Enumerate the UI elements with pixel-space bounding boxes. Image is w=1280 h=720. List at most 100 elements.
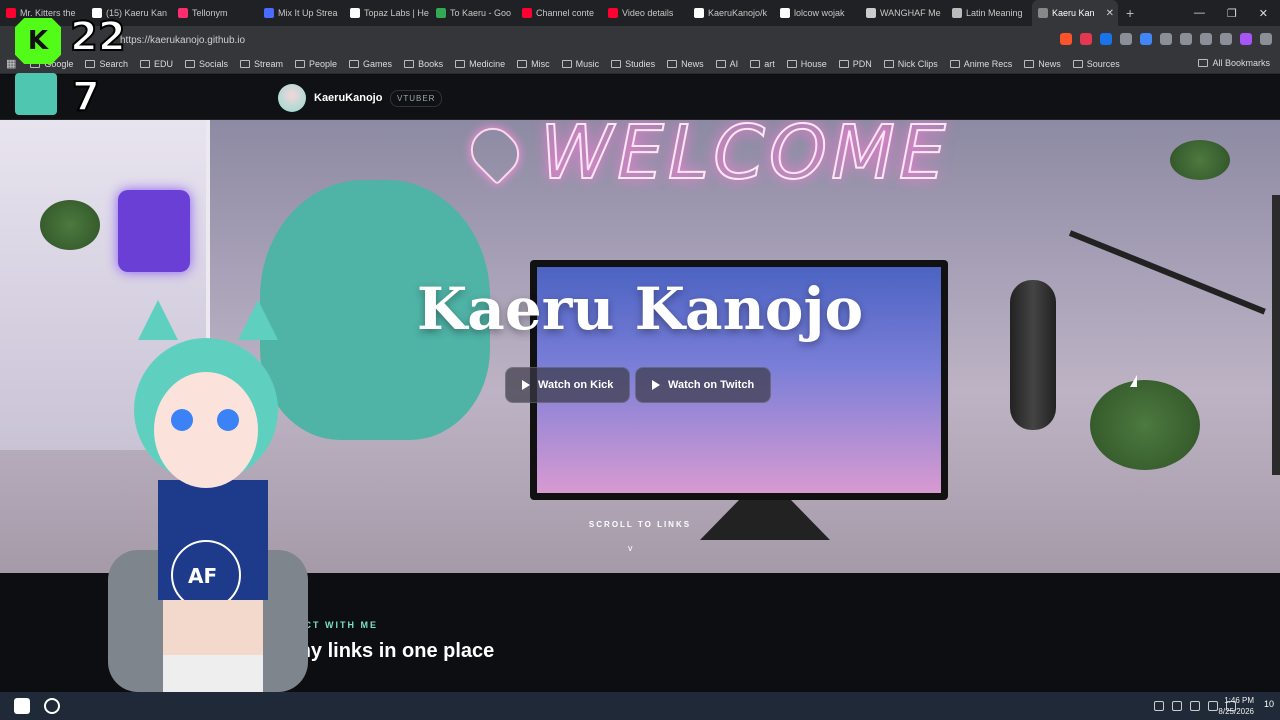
bookmark-folder[interactable]: Music bbox=[561, 59, 599, 69]
browser-tab[interactable]: Kaeru Kan ✕ bbox=[1032, 0, 1118, 26]
play-icon bbox=[652, 380, 660, 390]
avatar[interactable] bbox=[278, 84, 306, 112]
bookmark-folder[interactable]: art bbox=[750, 59, 775, 69]
chevron-down-icon[interactable]: v bbox=[628, 543, 633, 553]
leo-icon[interactable] bbox=[1240, 33, 1252, 45]
watch-on-kick-button[interactable]: Watch on Kick bbox=[505, 367, 631, 403]
tray-icon[interactable] bbox=[1172, 701, 1182, 711]
site-header: KaeruKanojo VTUBER bbox=[0, 75, 1280, 120]
tab-favicon-icon bbox=[1038, 8, 1048, 18]
browser-tab[interactable]: lolcow wojak bbox=[774, 0, 860, 26]
close-icon[interactable]: ✕ bbox=[1259, 7, 1268, 20]
vpn-icon[interactable] bbox=[1220, 33, 1232, 45]
extension-icon[interactable] bbox=[1120, 33, 1132, 45]
folder-icon bbox=[1072, 59, 1083, 68]
browser-tab[interactable]: Video details bbox=[602, 0, 688, 26]
notification-count[interactable]: 10 bbox=[1264, 699, 1274, 709]
bookmark-folder[interactable]: Stream bbox=[240, 59, 283, 69]
folder-icon bbox=[949, 59, 960, 68]
welcome-neon-sign: WELCOME bbox=[539, 120, 950, 197]
search-icon[interactable] bbox=[44, 698, 60, 714]
brave-shield-icon[interactable] bbox=[1060, 33, 1072, 45]
bookmark-folder[interactable]: News bbox=[667, 59, 704, 69]
apps-grid-icon[interactable]: ▦ bbox=[6, 57, 16, 70]
bookmark-folder[interactable]: AI bbox=[715, 59, 738, 69]
tab-favicon-icon bbox=[350, 8, 360, 18]
browser-tab[interactable]: Mix It Up Strea bbox=[258, 0, 344, 26]
extension-icon[interactable] bbox=[1140, 33, 1152, 45]
folder-icon bbox=[295, 59, 306, 68]
tab-label: WANGHAF Me bbox=[880, 8, 941, 18]
bookmark-folder[interactable]: Misc bbox=[517, 59, 550, 69]
bookmark-folder[interactable]: Games bbox=[349, 59, 392, 69]
browser-tab[interactable]: WANGHAF Me bbox=[860, 0, 946, 26]
browser-tab[interactable]: To Kaeru - Goo bbox=[430, 0, 516, 26]
maximize-icon[interactable]: ❐ bbox=[1227, 7, 1237, 20]
all-bookmarks[interactable]: All Bookmarks bbox=[1198, 58, 1270, 68]
bookmark-folder[interactable]: Studies bbox=[611, 59, 655, 69]
bookmark-folder[interactable]: EDU bbox=[139, 59, 173, 69]
url-field[interactable]: https://kaerukanojo.github.io bbox=[120, 35, 245, 46]
tab-favicon-icon bbox=[952, 8, 962, 18]
bookmark-folder[interactable]: PDN bbox=[838, 59, 872, 69]
browser-tab[interactable]: Tellonym bbox=[172, 0, 258, 26]
folder-icon bbox=[715, 59, 726, 68]
tab-favicon-icon bbox=[522, 8, 532, 18]
browser-tab[interactable]: Latin Meaning bbox=[946, 0, 1032, 26]
minimize-icon[interactable]: — bbox=[1194, 7, 1205, 19]
tab-label: Latin Meaning bbox=[966, 8, 1023, 18]
bookmark-folder[interactable]: People bbox=[295, 59, 337, 69]
window-controls: — ❐ ✕ bbox=[1194, 0, 1280, 26]
bookmark-folder[interactable]: Socials bbox=[184, 59, 228, 69]
tab-favicon-icon bbox=[780, 8, 790, 18]
new-tab-icon[interactable]: + bbox=[1126, 5, 1134, 21]
sidebar-icon[interactable] bbox=[1180, 33, 1192, 45]
wallet-icon[interactable] bbox=[1200, 33, 1212, 45]
tray-icon[interactable] bbox=[1190, 701, 1200, 711]
volume-icon[interactable] bbox=[1208, 701, 1218, 711]
tab-label: Tellonym bbox=[192, 8, 228, 18]
browser-tab[interactable]: KaeruKanojo/k bbox=[688, 0, 774, 26]
folder-icon bbox=[455, 59, 466, 68]
tab-label: Mr. Kitters the bbox=[20, 8, 76, 18]
twitch-viewer-count: 7 bbox=[71, 73, 101, 121]
mouse-cursor-icon bbox=[1130, 375, 1137, 387]
windows-start-icon[interactable] bbox=[14, 698, 30, 714]
tab-favicon-icon bbox=[694, 8, 704, 18]
tab-label: Mix It Up Strea bbox=[278, 8, 338, 18]
folder-icon bbox=[786, 59, 797, 68]
scrollbar[interactable] bbox=[1272, 195, 1280, 475]
extension-icon[interactable] bbox=[1100, 33, 1112, 45]
vtuber-badge: VTUBER bbox=[390, 90, 443, 107]
bookmark-folder[interactable]: Sources bbox=[1072, 59, 1120, 69]
bookmark-folder[interactable]: Anime Recs bbox=[949, 59, 1012, 69]
bookmark-folder[interactable]: Search bbox=[85, 59, 128, 69]
folder-icon bbox=[240, 59, 250, 68]
tray-icon[interactable] bbox=[1154, 701, 1164, 711]
folder-icon bbox=[750, 59, 761, 68]
menu-icon[interactable] bbox=[1260, 33, 1272, 45]
clock[interactable]: 1:46 PM 8/25/2026 bbox=[1218, 695, 1254, 717]
bookmark-folder[interactable]: Books bbox=[404, 59, 443, 69]
tab-strip: Mr. Kitters the (15) Kaeru Kan Tellonym Mix… bbox=[0, 0, 1280, 26]
browser-tab[interactable]: Channel conte bbox=[516, 0, 602, 26]
bookmark-folder[interactable]: House bbox=[786, 59, 827, 69]
rewards-icon[interactable] bbox=[1080, 33, 1092, 45]
folder-icon bbox=[139, 59, 150, 68]
bookmark-folder[interactable]: Medicine bbox=[455, 59, 505, 69]
bookmark-folder[interactable]: News bbox=[1024, 59, 1061, 69]
puzzle-icon[interactable] bbox=[1160, 33, 1172, 45]
browser-tab[interactable]: Topaz Labs | He bbox=[344, 0, 430, 26]
folder-icon bbox=[611, 59, 622, 68]
tab-label: Channel conte bbox=[536, 8, 595, 18]
vtuber-avatar: AF bbox=[108, 300, 308, 692]
twitch-logo-icon bbox=[15, 73, 57, 115]
brand-name[interactable]: KaeruKanojo bbox=[314, 92, 382, 104]
watch-on-twitch-button[interactable]: Watch on Twitch bbox=[635, 367, 772, 403]
bookmark-folder[interactable]: Nick Clips bbox=[883, 59, 938, 69]
tab-favicon-icon bbox=[436, 8, 446, 18]
tab-label: Topaz Labs | He bbox=[364, 8, 429, 18]
tab-favicon-icon bbox=[6, 8, 16, 18]
folder-icon bbox=[1024, 59, 1035, 68]
close-tab-icon[interactable]: ✕ bbox=[1106, 8, 1114, 19]
